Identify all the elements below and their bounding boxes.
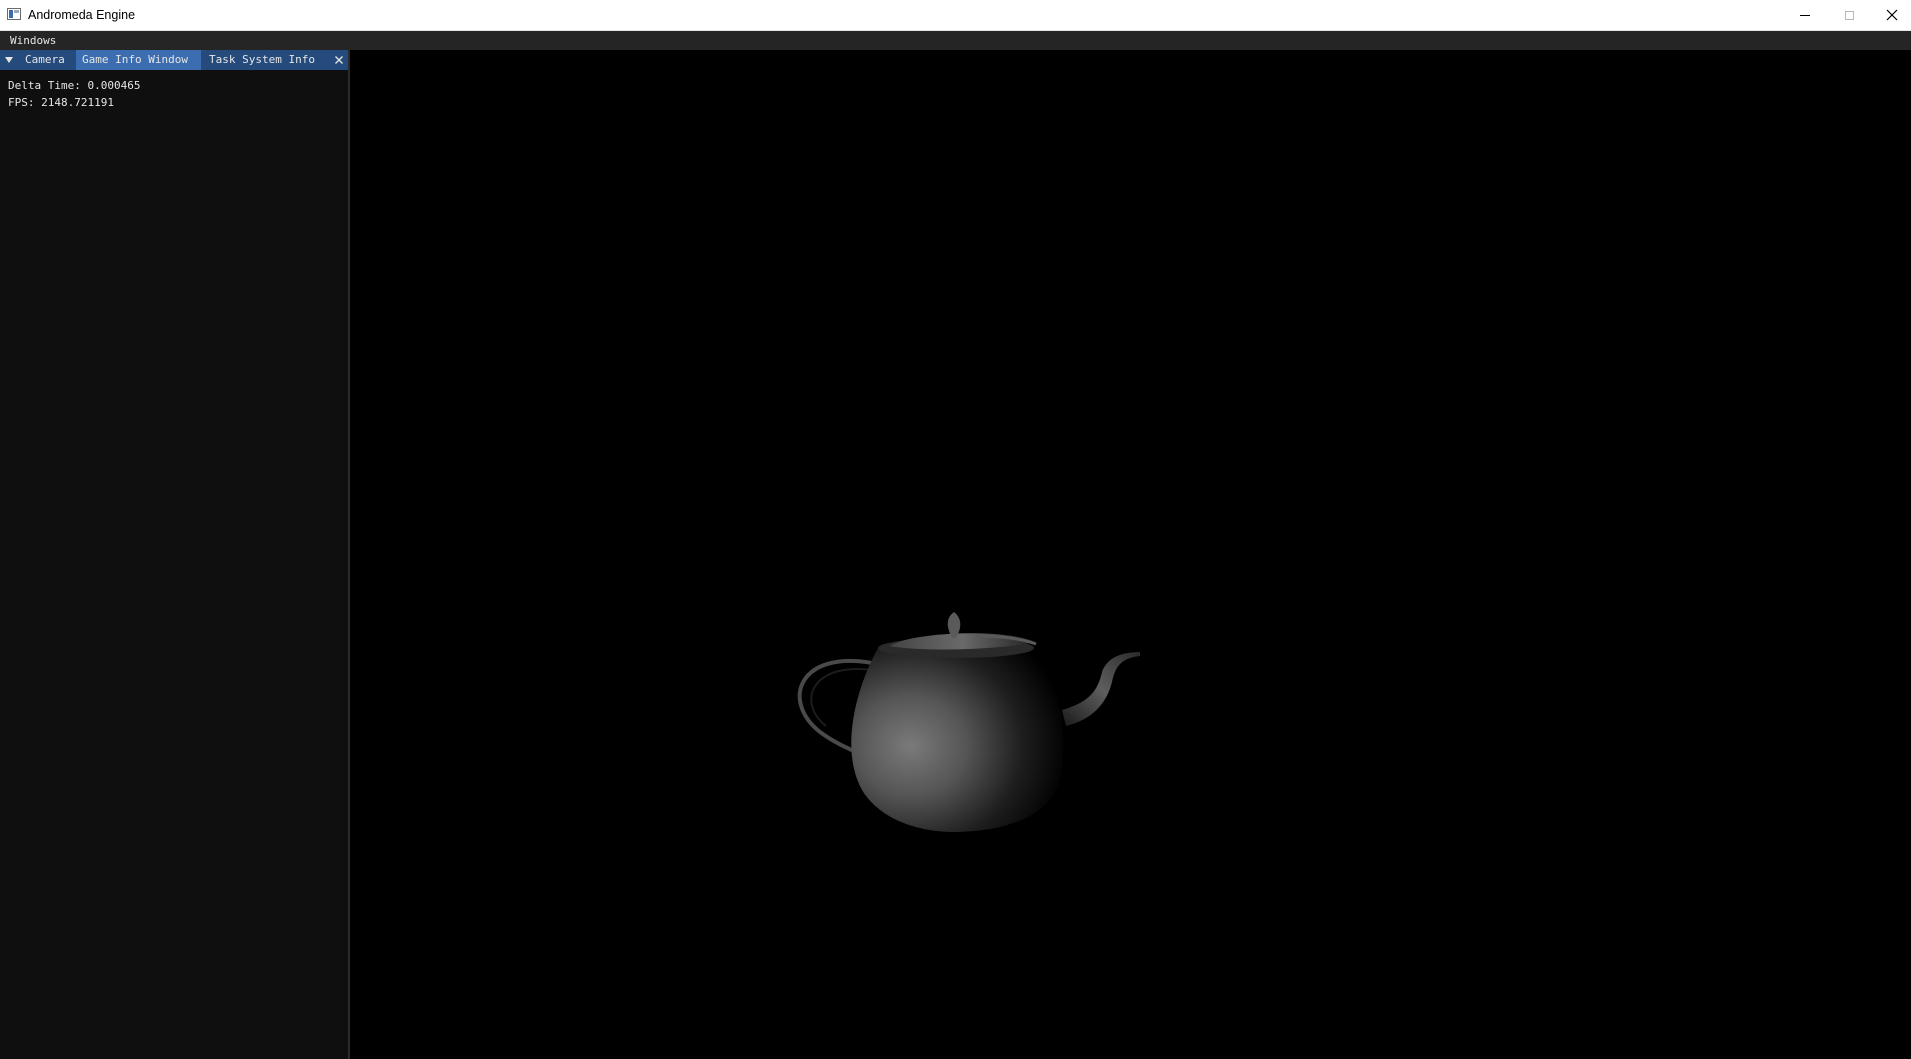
triangle-down-icon	[5, 57, 13, 63]
tab-close-button[interactable]	[330, 50, 348, 70]
menu-windows[interactable]: Windows	[10, 33, 56, 48]
tab-game-info-window[interactable]: Game Info Window	[76, 50, 201, 70]
render-viewport[interactable]	[350, 50, 1911, 1059]
tab-camera[interactable]: Camera	[19, 50, 74, 70]
teapot-body	[851, 640, 1064, 833]
maximize-button[interactable]	[1827, 0, 1872, 30]
delta-time-text: Delta Time: 0.000465	[8, 79, 141, 92]
teapot-spout	[1062, 652, 1140, 726]
teapot-render	[797, 612, 1140, 833]
dock-panel: Camera Game Info Window Task System Info…	[0, 50, 350, 1059]
minimize-button[interactable]	[1782, 0, 1827, 30]
close-icon	[1886, 9, 1897, 21]
close-icon	[335, 56, 343, 64]
application-window: Andromeda Engine Windows Camera Game Inf…	[0, 0, 1911, 1059]
app-window-icon	[7, 8, 21, 20]
maximize-icon	[1845, 10, 1854, 20]
title-bar[interactable]: Andromeda Engine	[0, 0, 1911, 31]
dock-menu-button[interactable]	[0, 50, 18, 70]
game-info-content: Delta Time: 0.000465 FPS: 2148.721191	[8, 77, 140, 111]
fps-text: FPS: 2148.721191	[8, 96, 114, 109]
tab-task-system-info[interactable]: Task System Info	[203, 50, 327, 70]
close-window-button[interactable]	[1872, 0, 1911, 30]
dock-tab-bar: Camera Game Info Window Task System Info	[0, 50, 348, 70]
window-title: Andromeda Engine	[28, 8, 136, 22]
minimize-icon	[1799, 14, 1810, 16]
menu-bar: Windows	[0, 31, 1911, 50]
